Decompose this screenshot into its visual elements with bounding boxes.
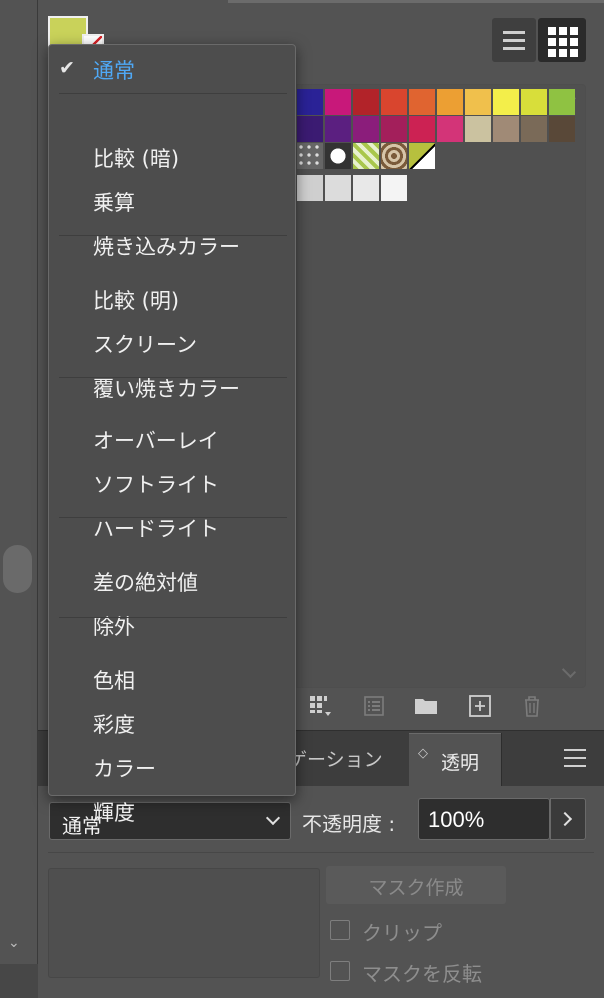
invert-mask-checkbox[interactable] — [330, 961, 350, 981]
color-swatch[interactable] — [297, 89, 323, 115]
opacity-popup-button[interactable] — [550, 798, 586, 840]
color-swatch[interactable] — [353, 89, 379, 115]
color-swatch[interactable] — [381, 143, 407, 169]
divider — [48, 852, 594, 853]
swatch-library-menu-icon[interactable] — [308, 694, 332, 718]
opacity-input[interactable]: 100% — [418, 798, 550, 840]
clip-label: クリップ — [362, 921, 442, 945]
invert-mask-label: マスクを反転 — [362, 962, 482, 986]
blend-mode-option[interactable]: 通常 — [93, 55, 135, 85]
color-swatch[interactable] — [549, 89, 575, 115]
color-swatch[interactable] — [353, 116, 379, 142]
mask-thumbnail — [48, 868, 320, 978]
menu-separator — [59, 377, 287, 378]
left-scrollbar-thumb[interactable] — [3, 545, 32, 593]
blend-mode-option[interactable]: カラー — [93, 753, 156, 783]
tab-transparency-label: 透明 — [441, 752, 480, 774]
color-swatch[interactable] — [493, 116, 519, 142]
color-swatch[interactable] — [465, 89, 491, 115]
blend-mode-select[interactable]: 通常 — [49, 802, 291, 840]
left-strip-footer — [0, 964, 38, 998]
tab-transparency[interactable]: ◇ 透明 — [409, 733, 501, 787]
opacity-label: 不透明度 : — [302, 812, 396, 836]
color-swatch[interactable] — [465, 116, 491, 142]
color-swatch[interactable] — [409, 89, 435, 115]
color-swatch[interactable] — [325, 175, 351, 201]
checkmark-icon: ✔ — [59, 57, 75, 79]
color-swatch[interactable] — [437, 116, 463, 142]
color-swatch[interactable] — [521, 89, 547, 115]
color-swatch[interactable] — [325, 116, 351, 142]
chevron-right-icon — [557, 811, 573, 827]
tab-gradation[interactable]: ゲーション — [288, 745, 383, 772]
blend-mode-option[interactable]: 輝度 — [93, 797, 135, 827]
color-swatch[interactable] — [353, 175, 379, 201]
menu-separator — [59, 617, 287, 618]
color-swatch[interactable] — [381, 175, 407, 201]
tab-separator — [501, 733, 502, 787]
delete-swatch-icon[interactable] — [520, 694, 544, 718]
blend-mode-option[interactable]: 比較 (暗) — [93, 143, 179, 173]
tab-expand-icon: ◇ — [418, 746, 428, 761]
color-swatch[interactable] — [297, 116, 323, 142]
color-swatch[interactable] — [297, 143, 323, 169]
clip-checkbox[interactable] — [330, 920, 350, 940]
color-swatch[interactable] — [521, 116, 547, 142]
color-swatch[interactable] — [325, 89, 351, 115]
blend-mode-menu: ✔ 通常 比較 (暗) 乗算 焼き込みカラー 比較 (明) スクリーン 覆い焼きカラー オーバ… — [48, 44, 296, 825]
list-view-button[interactable] — [492, 18, 536, 62]
menu-separator — [59, 517, 287, 518]
grid-view-button[interactable] — [538, 18, 586, 62]
blend-mode-option[interactable]: 彩度 — [93, 709, 135, 739]
blend-mode-option[interactable]: スクリーン — [93, 329, 197, 359]
grid-view-icon — [548, 27, 556, 35]
panel-menu-icon[interactable] — [564, 749, 586, 767]
color-swatch[interactable] — [437, 89, 463, 115]
color-swatch[interactable] — [353, 143, 379, 169]
blend-mode-option[interactable]: 除外 — [93, 611, 135, 641]
color-swatch[interactable] — [325, 143, 351, 169]
panel-top-edge — [228, 0, 604, 3]
blend-mode-option[interactable]: 色相 — [93, 665, 135, 695]
menu-separator — [59, 93, 287, 94]
chevron-down-icon — [265, 810, 281, 826]
new-swatch-icon[interactable] — [468, 694, 492, 718]
scroll-down-icon[interactable] — [561, 663, 577, 679]
menu-separator — [59, 235, 287, 236]
blend-mode-option[interactable]: 差の絶対値 — [93, 567, 198, 597]
color-swatch[interactable] — [381, 116, 407, 142]
color-swatch[interactable] — [381, 89, 407, 115]
new-color-group-icon[interactable] — [414, 694, 438, 718]
list-view-icon — [503, 30, 525, 34]
chevron-down-icon[interactable]: ⌄ — [8, 935, 20, 951]
left-panel-strip: ⌄ — [0, 0, 38, 998]
blend-mode-option[interactable]: 比較 (明) — [93, 285, 179, 315]
show-swatch-kinds-icon[interactable] — [362, 694, 386, 718]
blend-mode-option[interactable]: オーバーレイ — [93, 425, 219, 455]
color-swatch[interactable] — [409, 116, 435, 142]
color-swatch[interactable] — [409, 143, 435, 169]
color-swatch[interactable] — [297, 175, 323, 201]
blend-mode-option[interactable]: ソフトライト — [93, 469, 219, 499]
color-swatch[interactable] — [493, 89, 519, 115]
make-mask-button[interactable]: マスク作成 — [326, 866, 506, 904]
color-swatch[interactable] — [549, 116, 575, 142]
blend-mode-option[interactable]: 乗算 — [93, 187, 135, 217]
